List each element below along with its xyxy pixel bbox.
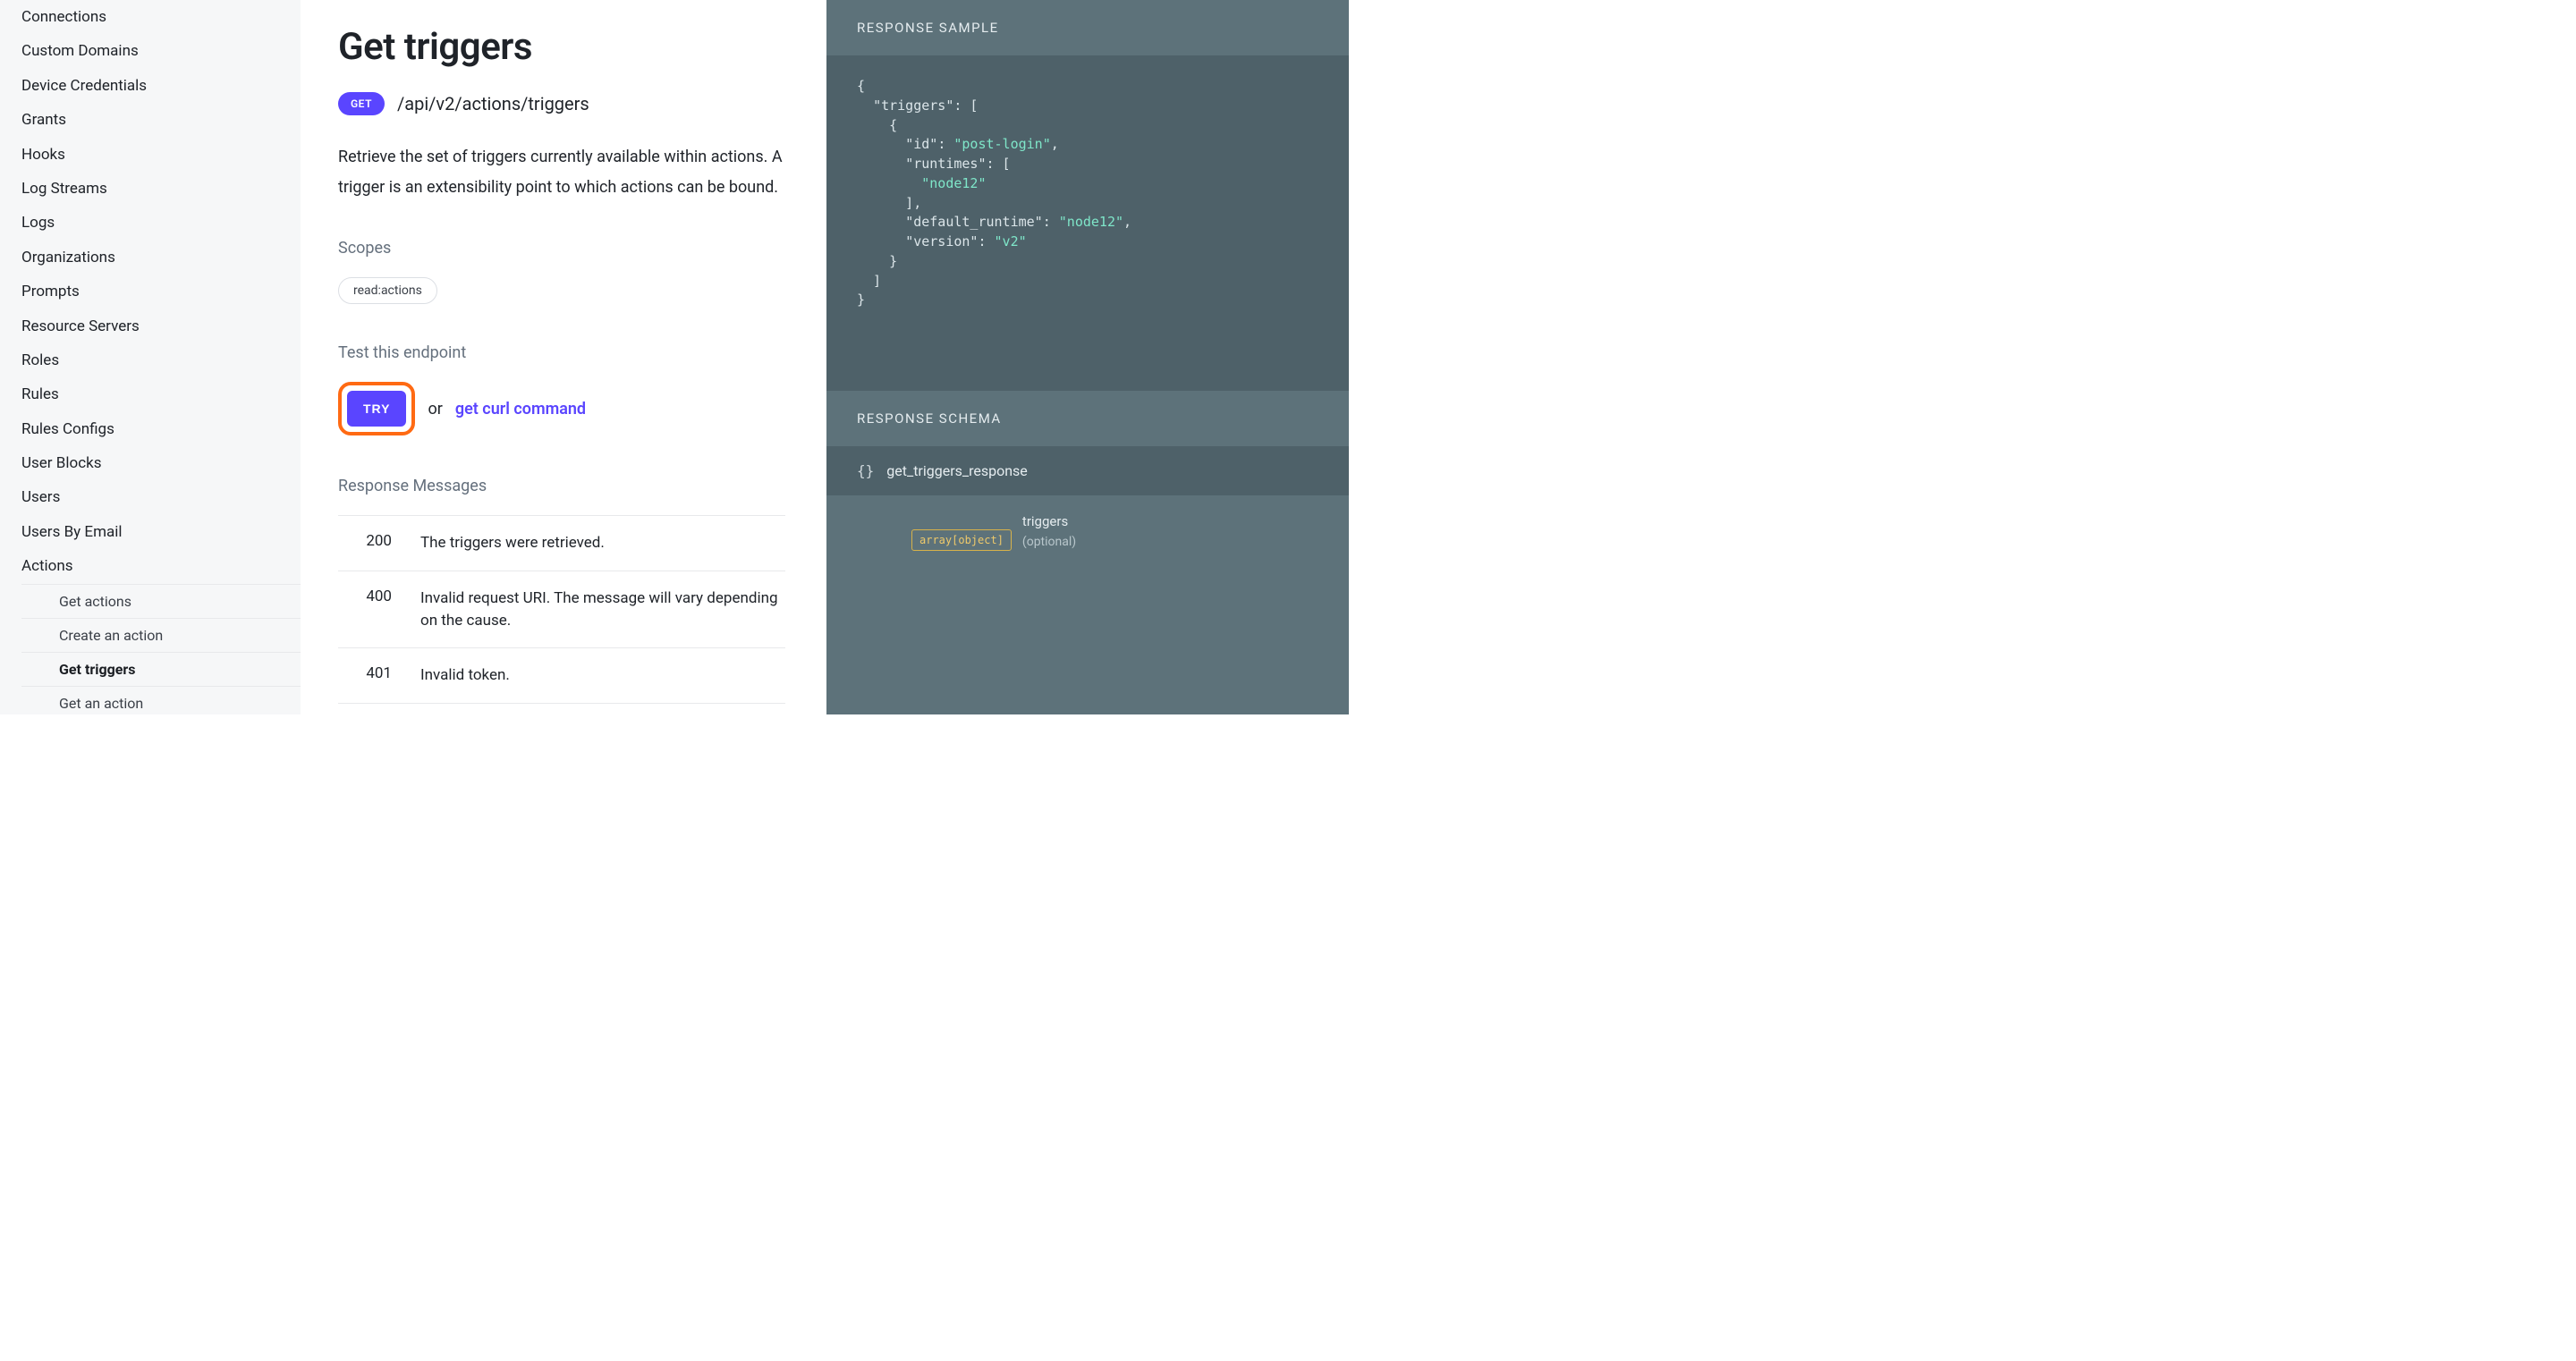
endpoint-line: GET /api/v2/actions/triggers — [338, 92, 785, 115]
schema-optional-label: (optional) — [1022, 535, 1076, 549]
response-row: 400 Invalid request URI. The message wil… — [338, 571, 785, 648]
sidebar-item-actions[interactable]: Actions — [0, 549, 301, 583]
response-row: 401 Invalid token. — [338, 648, 785, 704]
schema-field-row: array[object] triggers (optional) — [826, 495, 1349, 587]
scopes-heading: Scopes — [338, 239, 785, 258]
sidebar-item-device-credentials[interactable]: Device Credentials — [0, 69, 301, 103]
response-msg: Invalid token. — [420, 664, 785, 687]
response-sample-code: { "triggers": [ { "id": "post-login", "r… — [826, 55, 1349, 391]
sidebar-sub-get-actions[interactable]: Get actions — [21, 584, 301, 618]
sidebar-item-log-streams[interactable]: Log Streams — [0, 172, 301, 206]
try-button[interactable]: TRY — [347, 391, 406, 427]
endpoint-description: Retrieve the set of triggers currently a… — [338, 142, 785, 203]
test-endpoint-row: TRY or get curl command — [338, 382, 785, 435]
response-code: 200 — [338, 532, 392, 554]
response-code: 400 — [338, 588, 392, 631]
sidebar-item-hooks[interactable]: Hooks — [0, 138, 301, 172]
sidebar-sub-get-triggers[interactable]: Get triggers — [21, 652, 301, 686]
sidebar-item-grants[interactable]: Grants — [0, 103, 301, 137]
sidebar-item-rules-configs[interactable]: Rules Configs — [0, 412, 301, 446]
try-highlight-ring: TRY — [338, 382, 415, 435]
sidebar-item-logs[interactable]: Logs — [0, 206, 301, 240]
response-messages-heading: Response Messages — [338, 477, 785, 495]
get-curl-link[interactable]: get curl command — [455, 400, 586, 418]
braces-icon: {} — [857, 462, 874, 479]
sidebar-item-resource-servers[interactable]: Resource Servers — [0, 309, 301, 343]
scope-chip: read:actions — [338, 277, 437, 304]
sidebar-item-prompts[interactable]: Prompts — [0, 275, 301, 309]
response-row: 200 The triggers were retrieved. — [338, 515, 785, 571]
sidebar-top-list: Connections Custom Domains Device Creden… — [0, 0, 301, 584]
schema-field-name: triggers — [1022, 513, 1076, 529]
sidebar-item-user-blocks[interactable]: User Blocks — [0, 446, 301, 480]
sidebar-sub-list: Get actions Create an action Get trigger… — [0, 584, 301, 714]
sidebar-item-organizations[interactable]: Organizations — [0, 241, 301, 275]
sidebar-item-rules[interactable]: Rules — [0, 377, 301, 411]
sidebar-sub-create-action[interactable]: Create an action — [21, 618, 301, 652]
sidebar-item-connections[interactable]: Connections — [0, 0, 301, 34]
response-messages-table: 200 The triggers were retrieved. 400 Inv… — [338, 515, 785, 704]
response-code: 401 — [338, 664, 392, 687]
sidebar-item-custom-domains[interactable]: Custom Domains — [0, 34, 301, 68]
sidebar-item-users[interactable]: Users — [0, 480, 301, 514]
page-title: Get triggers — [338, 25, 785, 69]
sidebar: Connections Custom Domains Device Creden… — [0, 0, 301, 714]
endpoint-path: /api/v2/actions/triggers — [397, 93, 589, 114]
sidebar-item-users-by-email[interactable]: Users By Email — [0, 515, 301, 549]
test-endpoint-heading: Test this endpoint — [338, 343, 785, 362]
sidebar-item-roles[interactable]: Roles — [0, 343, 301, 377]
http-method-badge: GET — [338, 92, 385, 115]
response-msg: The triggers were retrieved. — [420, 532, 785, 554]
response-schema-heading: RESPONSE SCHEMA — [826, 391, 1349, 446]
response-msg: Invalid request URI. The message will va… — [420, 588, 785, 631]
schema-type-chip: array[object] — [911, 529, 1012, 551]
main-content: Get triggers GET /api/v2/actions/trigger… — [301, 0, 826, 714]
schema-root-name: get_triggers_response — [886, 462, 1028, 479]
sidebar-sub-get-action[interactable]: Get an action — [21, 686, 301, 714]
response-panel: RESPONSE SAMPLE { "triggers": [ { "id": … — [826, 0, 1349, 714]
response-sample-heading: RESPONSE SAMPLE — [826, 0, 1349, 55]
or-text: or — [428, 400, 442, 418]
schema-root-row[interactable]: {} get_triggers_response — [826, 446, 1349, 495]
